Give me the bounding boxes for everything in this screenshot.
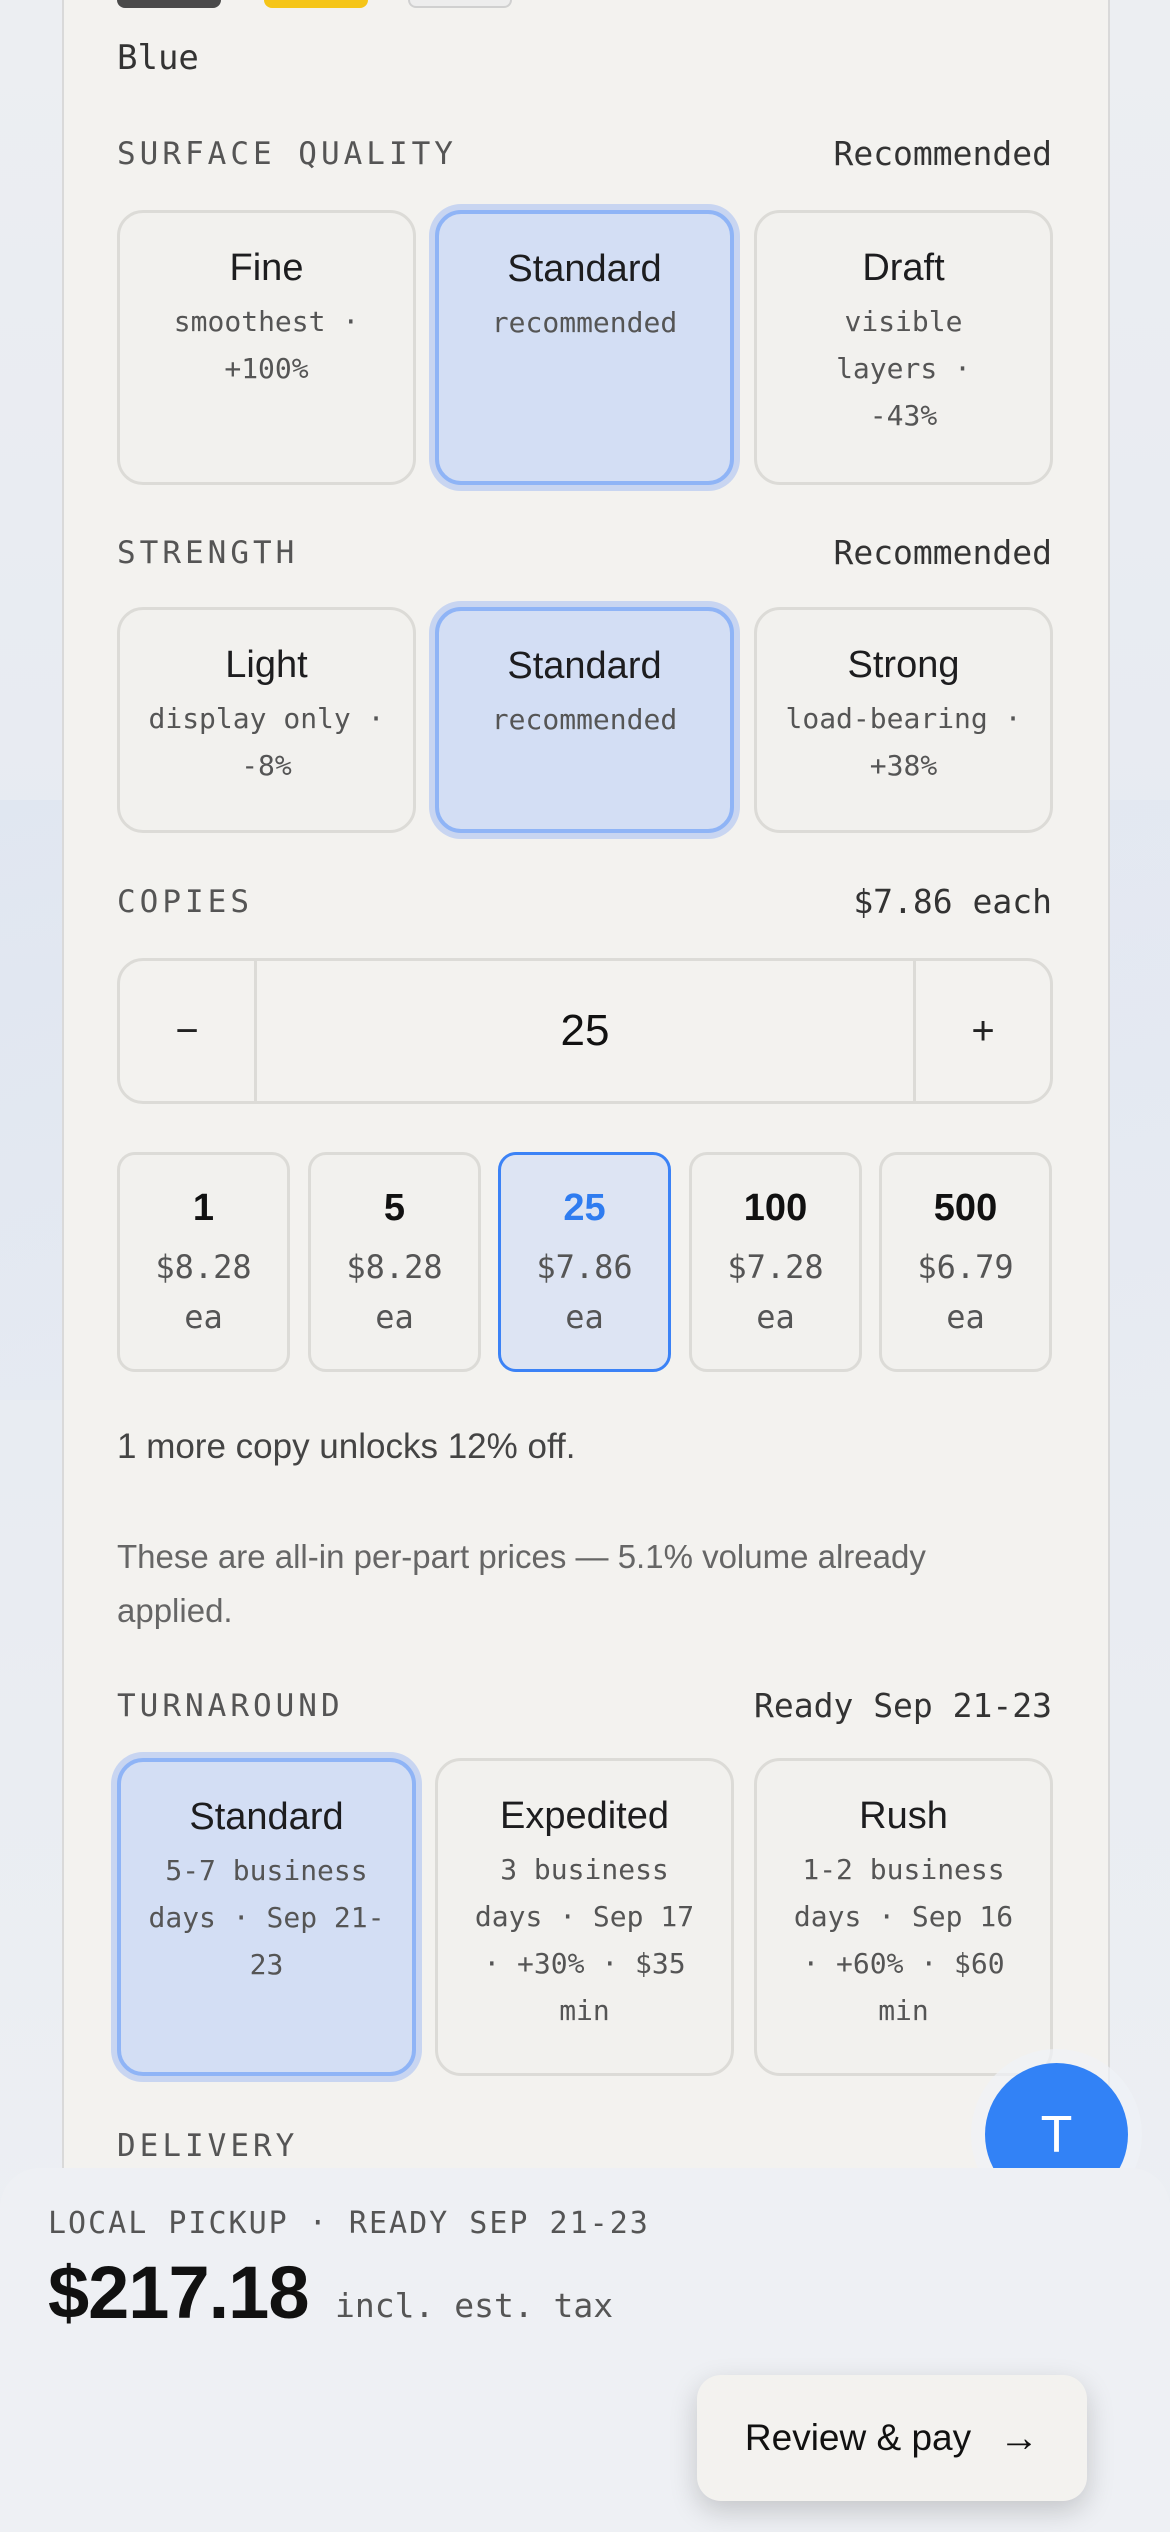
tier-qty: 5 [383, 1187, 406, 1229]
tier-qty: 25 [563, 1187, 606, 1229]
turnaround-option-standard[interactable]: Standard 5-7 business days · Sep 21-23 [117, 1758, 416, 2076]
tier-price: $8.28 ea [311, 1242, 478, 1342]
option-subtitle: recommended [491, 703, 678, 736]
tier-price-unit: ea [375, 1298, 414, 1336]
turnaround-option-expedited[interactable]: Expedited 3 business days · Sep 17 · +30… [435, 1758, 734, 2076]
strength-note: Recommended [833, 533, 1052, 572]
tier-price-unit: ea [946, 1298, 985, 1336]
color-swatch-white[interactable] [408, 0, 512, 8]
tier-option-25[interactable]: 25 $7.86 ea [498, 1152, 671, 1372]
option-subtitle: 3 business days · Sep 17 · +30% · $35 mi… [474, 1853, 695, 2027]
tier-price: $7.86 ea [501, 1242, 668, 1342]
strength-label: STRENGTH [117, 535, 299, 571]
turnaround-note: Ready Sep 21-23 [753, 1686, 1052, 1725]
tier-price-unit: ea [565, 1298, 604, 1336]
option-title: Standard [507, 248, 662, 290]
tier-price-value: $7.28 [727, 1248, 824, 1286]
option-title: Strong [847, 644, 960, 686]
color-current-name: Blue [117, 38, 199, 78]
surface-option-fine[interactable]: Fine smoothest · +100% [117, 210, 416, 485]
surface-option-standard[interactable]: Standard recommended [435, 210, 734, 485]
option-title: Standard [189, 1796, 344, 1838]
unlock-discount-note: 1 more copy unlocks 12% off. [117, 1427, 576, 1466]
option-subtitle: display only · -8% [148, 702, 385, 782]
tier-option-1[interactable]: 1 $8.28 ea [117, 1152, 290, 1372]
order-total: $217.18 [48, 2251, 309, 2334]
color-swatch-dark[interactable] [117, 0, 221, 8]
tier-option-500[interactable]: 500 $6.79 ea [879, 1152, 1052, 1372]
option-subtitle: load-bearing · +38% [785, 702, 1022, 782]
surface-quality-label: SURFACE QUALITY [117, 136, 457, 172]
copies-label: COPIES [117, 884, 253, 920]
strength-option-strong[interactable]: Strong load-bearing · +38% [754, 607, 1053, 833]
color-swatch-yellow[interactable] [264, 0, 368, 8]
option-title: Light [225, 644, 308, 686]
option-subtitle: recommended [491, 306, 678, 339]
tier-qty: 100 [743, 1187, 808, 1229]
quantity-stepper[interactable]: − 25 + [117, 958, 1053, 1104]
copies-each-price: $7.86 each [853, 882, 1052, 921]
pickup-status: LOCAL PICKUP · READY SEP 21-23 [48, 2206, 650, 2241]
surface-quality-note: Recommended [833, 134, 1052, 173]
increment-button[interactable]: + [916, 961, 1050, 1101]
tier-qty: 1 [192, 1187, 215, 1229]
tier-price-value: $6.79 [917, 1248, 1014, 1286]
tier-qty: 500 [933, 1187, 998, 1229]
strength-option-standard[interactable]: Standard recommended [435, 607, 734, 833]
option-subtitle: smoothest · +100% [173, 305, 360, 385]
option-title: Draft [862, 247, 945, 289]
option-title: Standard [507, 645, 662, 687]
tier-price-value: $8.28 [346, 1248, 443, 1286]
option-subtitle: 5-7 business days · Sep 21-23 [148, 1854, 385, 1981]
quantity-value[interactable]: 25 [254, 961, 916, 1101]
volume-price-note: These are all-in per-part prices — 5.1% … [117, 1538, 926, 1629]
tier-price: $6.79 ea [882, 1242, 1049, 1342]
review-pay-label: Review & pay [744, 2417, 972, 2458]
tier-price: $8.28 ea [120, 1242, 287, 1342]
option-title: Fine [229, 247, 304, 289]
arrow-right-icon: → [999, 2415, 1040, 2460]
tier-option-5[interactable]: 5 $8.28 ea [308, 1152, 481, 1372]
turnaround-label: TURNAROUND [117, 1688, 344, 1724]
surface-option-draft[interactable]: Draft visible layers · -43% [754, 210, 1053, 485]
tier-option-100[interactable]: 100 $7.28 ea [689, 1152, 862, 1372]
tier-price-value: $7.86 [536, 1248, 633, 1286]
tier-price-unit: ea [184, 1298, 223, 1336]
strength-option-light[interactable]: Light display only · -8% [117, 607, 416, 833]
tier-price-value: $8.28 [155, 1248, 252, 1286]
delivery-label: DELIVERY [117, 2128, 299, 2164]
tier-price: $7.28 ea [692, 1242, 859, 1342]
option-subtitle: visible layers · -43% [836, 305, 971, 432]
option-subtitle: 1-2 business days · Sep 16 · +60% · $60 … [793, 1853, 1014, 2027]
turnaround-option-rush[interactable]: Rush 1-2 business days · Sep 16 · +60% ·… [754, 1758, 1053, 2076]
tier-price-unit: ea [756, 1298, 795, 1336]
option-title: Rush [859, 1795, 948, 1837]
review-pay-button[interactable]: Review & pay → [697, 2375, 1087, 2501]
decrement-button[interactable]: − [120, 961, 254, 1101]
tax-note: incl. est. tax [335, 2286, 614, 2325]
option-title: Expedited [499, 1795, 669, 1837]
